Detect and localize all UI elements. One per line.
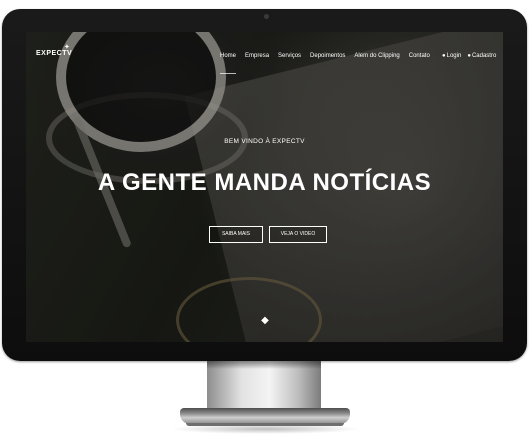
diamond-icon[interactable]: ◆ [260,316,270,326]
veja-o-video-button[interactable]: VEJA O VIDEO [269,226,327,243]
hero-headline: A GENTE MANDA NOTÍCIAS [97,169,432,196]
stand-shadow [207,361,321,369]
hero-section: BEM VINDO À EXPECTV A GENTE MANDA NOTÍCI… [26,32,503,342]
website-screen: EXPECTV ✦ Home Empresa Serviços Depoimen… [26,32,503,342]
webcam [264,14,269,19]
monitor-frame: EXPECTV ✦ Home Empresa Serviços Depoimen… [2,9,527,361]
saiba-mais-button[interactable]: SAIBA MAIS [209,226,263,243]
stand-base-edge [186,423,344,426]
monitor-stand-base [180,408,350,424]
hero-welcome-text: BEM VINDO À EXPECTV [224,138,305,145]
